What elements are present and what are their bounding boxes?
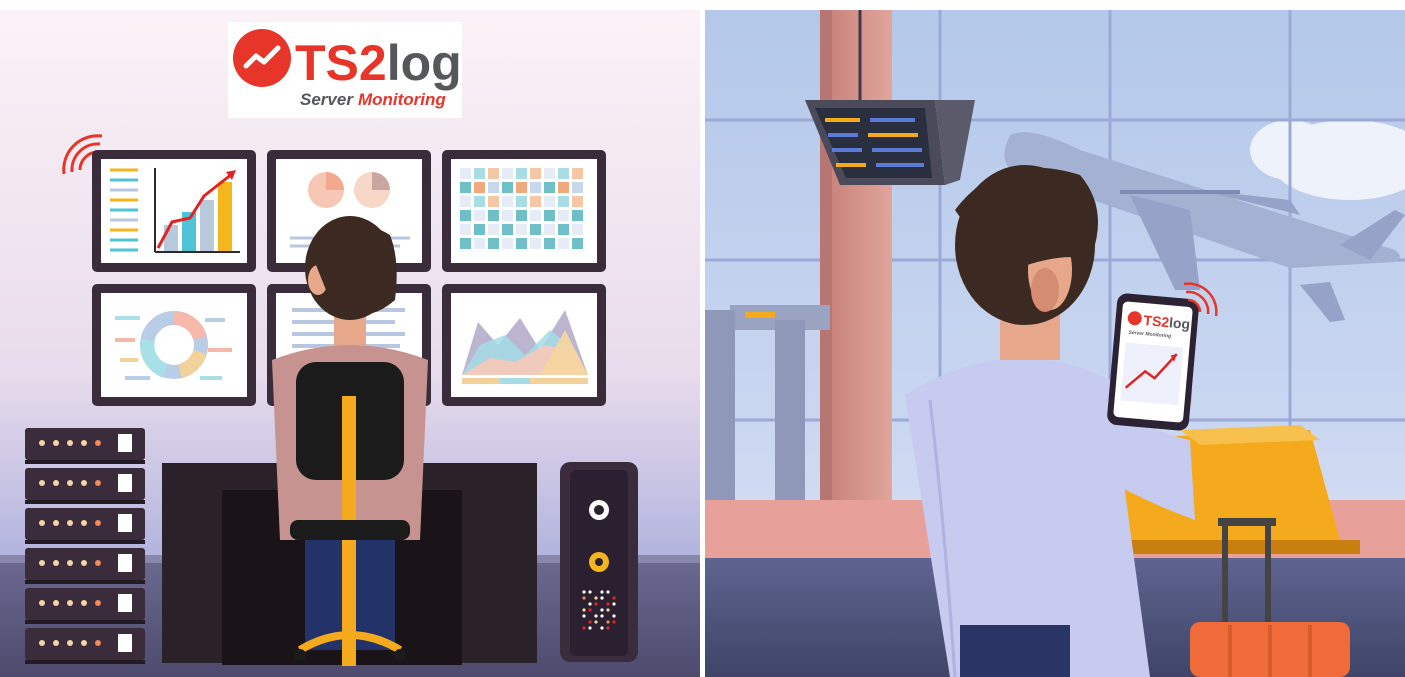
logo-tagline-monitoring: Monitoring (358, 90, 446, 109)
svg-text:ServerMonitoring: Server Monitoring (300, 90, 446, 109)
logo-brand-prefix: TS2 (295, 35, 387, 91)
monitor-donut-chart (92, 284, 256, 406)
monitor-line-chart (92, 150, 256, 272)
pc-tower (560, 462, 638, 662)
phone-logo-prefix: TS2 (1143, 312, 1170, 330)
pillar (832, 10, 892, 570)
right-panel-airport: TS2log Server Monitoring (705, 10, 1405, 677)
svg-text:TS2log: TS2log (295, 35, 462, 91)
left-panel-office: TS2log Server Monitoring (0, 0, 700, 677)
phone-logo-suffix: log (1169, 314, 1191, 332)
monitor-area-chart (442, 284, 606, 406)
logo-tagline-server: Server (300, 90, 354, 109)
logo-brand-suffix: log (387, 35, 462, 91)
ts2log-logo: TS2log Server Monitoring (228, 22, 462, 118)
monitor-heatmap (442, 150, 606, 272)
illustration-scene: TS2log Server Monitoring TS2log Server M… (0, 0, 1405, 677)
